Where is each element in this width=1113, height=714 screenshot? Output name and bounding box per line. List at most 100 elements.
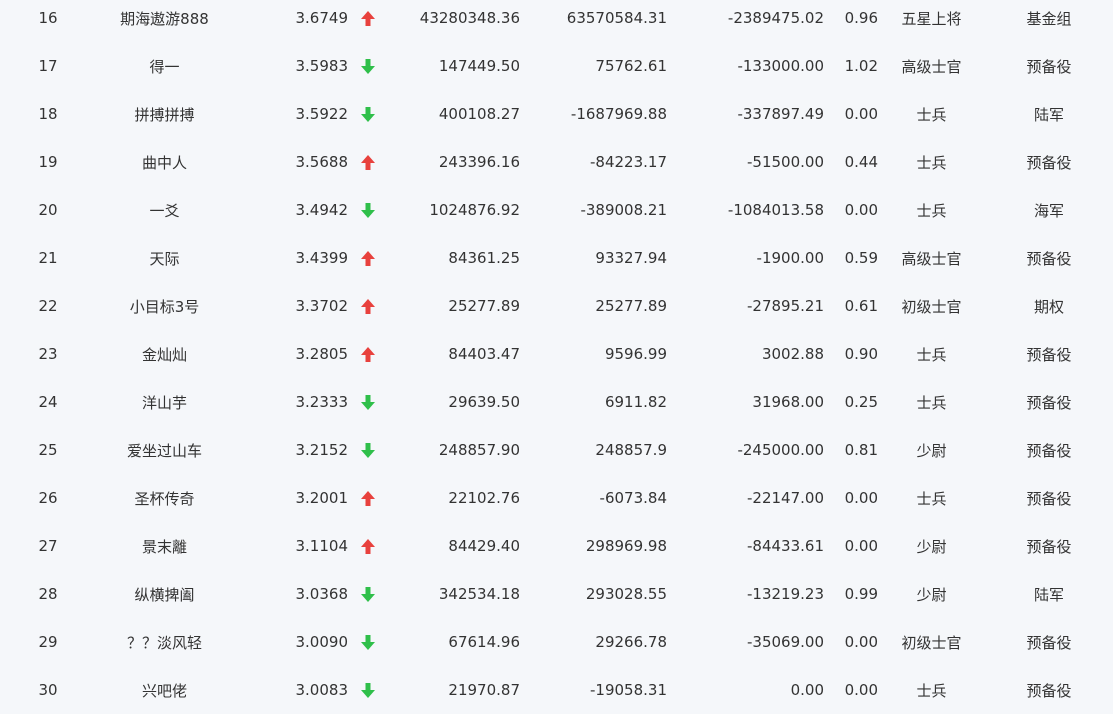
level-cell: 士兵: [916, 345, 947, 364]
ratio-cell: 0.81: [844, 441, 878, 459]
ratio-cell: 0.00: [844, 105, 878, 123]
ratio-cell: 0.00: [844, 489, 878, 507]
value-3-cell: 31968.00: [752, 393, 824, 411]
score-cell: 3.0368: [295, 585, 349, 603]
name-cell: 得一: [149, 57, 180, 76]
value-3-cell: -1900.00: [756, 249, 824, 267]
value-1-cell: 147449.50: [438, 57, 520, 75]
name-cell: 金灿灿: [141, 345, 187, 364]
arrow-up-icon: [360, 298, 375, 314]
arrow-down-icon: [360, 586, 375, 602]
level-cell: 士兵: [916, 201, 947, 220]
trend-cell: [348, 202, 387, 218]
level-cell: 少尉: [916, 585, 947, 604]
rank-cell: 16: [38, 9, 58, 27]
table-row: 26 圣杯传奇 3.2001 22102.76 -6073.84 -22147.00 0.0…: [0, 474, 1113, 522]
value-3-cell: -51500.00: [747, 153, 824, 171]
group-cell: 预备役: [1026, 537, 1072, 556]
rank-cell: 19: [38, 153, 58, 171]
trend-cell: [348, 106, 387, 122]
ranking-table: 16 期海遨游888 3.6749 43280348.36 63570584.31 -23…: [0, 0, 1113, 710]
arrow-down-icon: [360, 634, 375, 650]
rank-cell: 28: [38, 585, 58, 603]
table-row: 23 金灿灿 3.2805 84403.47 9596.99 3002.88 0.90 士兵 预…: [0, 330, 1113, 378]
group-cell: 基金组: [1026, 9, 1072, 28]
arrow-down-icon: [360, 442, 375, 458]
value-2-cell: 25277.89: [595, 297, 667, 315]
value-2-cell: -84223.17: [590, 153, 667, 171]
name-cell: 洋山芋: [141, 393, 187, 412]
table-row: 28 纵横捭阖 3.0368 342534.18 293028.55 -13219.23 0…: [0, 570, 1113, 618]
level-cell: 士兵: [916, 489, 947, 508]
level-cell: 士兵: [916, 681, 947, 700]
trend-cell: [348, 682, 387, 698]
group-cell: 预备役: [1026, 57, 1072, 76]
score-cell: 3.1104: [295, 537, 349, 555]
rank-cell: 24: [38, 393, 58, 411]
score-cell: 3.6749: [295, 9, 349, 27]
level-cell: 初级士官: [901, 297, 962, 316]
score-cell: 3.2333: [295, 393, 349, 411]
table-row: 30 兴吧佬 3.0083 21970.87 -19058.31 0.00 0.00 士兵 预备…: [0, 666, 1113, 714]
trend-cell: [348, 586, 387, 602]
value-3-cell: 3002.88: [761, 345, 824, 363]
trend-cell: [348, 298, 387, 314]
score-cell: 3.2152: [295, 441, 349, 459]
arrow-up-icon: [360, 538, 375, 554]
value-1-cell: 243396.16: [438, 153, 520, 171]
arrow-up-icon: [360, 346, 375, 362]
rank-cell: 25: [38, 441, 58, 459]
value-3-cell: -13219.23: [747, 585, 824, 603]
value-1-cell: 84403.47: [448, 345, 520, 363]
arrow-up-icon: [360, 250, 375, 266]
value-3-cell: -84433.61: [747, 537, 824, 555]
score-cell: 3.5688: [295, 153, 349, 171]
rank-cell: 21: [38, 249, 58, 267]
table-row: 20 一爻 3.4942 1024876.92 -389008.21 -1084013.5…: [0, 186, 1113, 234]
table-row: 21 天际 3.4399 84361.25 93327.94 -1900.00 0.59 高级…: [0, 234, 1113, 282]
trend-cell: [348, 250, 387, 266]
level-cell: 士兵: [916, 153, 947, 172]
level-cell: 五星上将: [901, 9, 962, 28]
rank-cell: 29: [38, 633, 58, 651]
level-cell: 初级士官: [901, 633, 962, 652]
arrow-up-icon: [360, 10, 375, 26]
value-1-cell: 342534.18: [438, 585, 520, 603]
value-2-cell: 9596.99: [604, 345, 667, 363]
table-row: 24 洋山芋 3.2333 29639.50 6911.82 31968.00 0.25 士兵…: [0, 378, 1113, 426]
trend-cell: [348, 58, 387, 74]
value-1-cell: 84361.25: [448, 249, 520, 267]
group-cell: 预备役: [1026, 345, 1072, 364]
rank-cell: 30: [38, 681, 58, 699]
name-cell: 拼搏拼搏: [134, 105, 195, 124]
table-row: 22 小目标3号 3.3702 25277.89 25277.89 -27895.21 0.…: [0, 282, 1113, 330]
table-row: 19 曲中人 3.5688 243396.16 -84223.17 -51500.00 0.…: [0, 138, 1113, 186]
value-2-cell: 29266.78: [595, 633, 667, 651]
score-cell: 3.2805: [295, 345, 349, 363]
group-cell: 陆军: [1033, 105, 1064, 124]
value-1-cell: 400108.27: [438, 105, 520, 123]
value-3-cell: -35069.00: [747, 633, 824, 651]
score-cell: 3.3702: [295, 297, 349, 315]
level-cell: 士兵: [916, 105, 947, 124]
ratio-cell: 1.02: [844, 57, 878, 75]
value-1-cell: 84429.40: [448, 537, 520, 555]
rank-cell: 17: [38, 57, 58, 75]
ratio-cell: 0.00: [844, 681, 878, 699]
ratio-cell: 0.00: [844, 633, 878, 651]
value-3-cell: -22147.00: [747, 489, 824, 507]
ratio-cell: 0.96: [844, 9, 878, 27]
level-cell: 少尉: [916, 441, 947, 460]
rank-cell: 20: [38, 201, 58, 219]
score-cell: 3.5983: [295, 57, 349, 75]
level-cell: 士兵: [916, 393, 947, 412]
rank-cell: 26: [38, 489, 58, 507]
score-cell: 3.2001: [295, 489, 349, 507]
value-2-cell: 63570584.31: [566, 9, 667, 27]
value-3-cell: -1084013.58: [727, 201, 824, 219]
ratio-cell: 0.25: [844, 393, 878, 411]
ratio-cell: 0.99: [844, 585, 878, 603]
value-3-cell: -2389475.02: [727, 9, 824, 27]
group-cell: 预备役: [1026, 489, 1072, 508]
value-3-cell: -337897.49: [737, 105, 824, 123]
